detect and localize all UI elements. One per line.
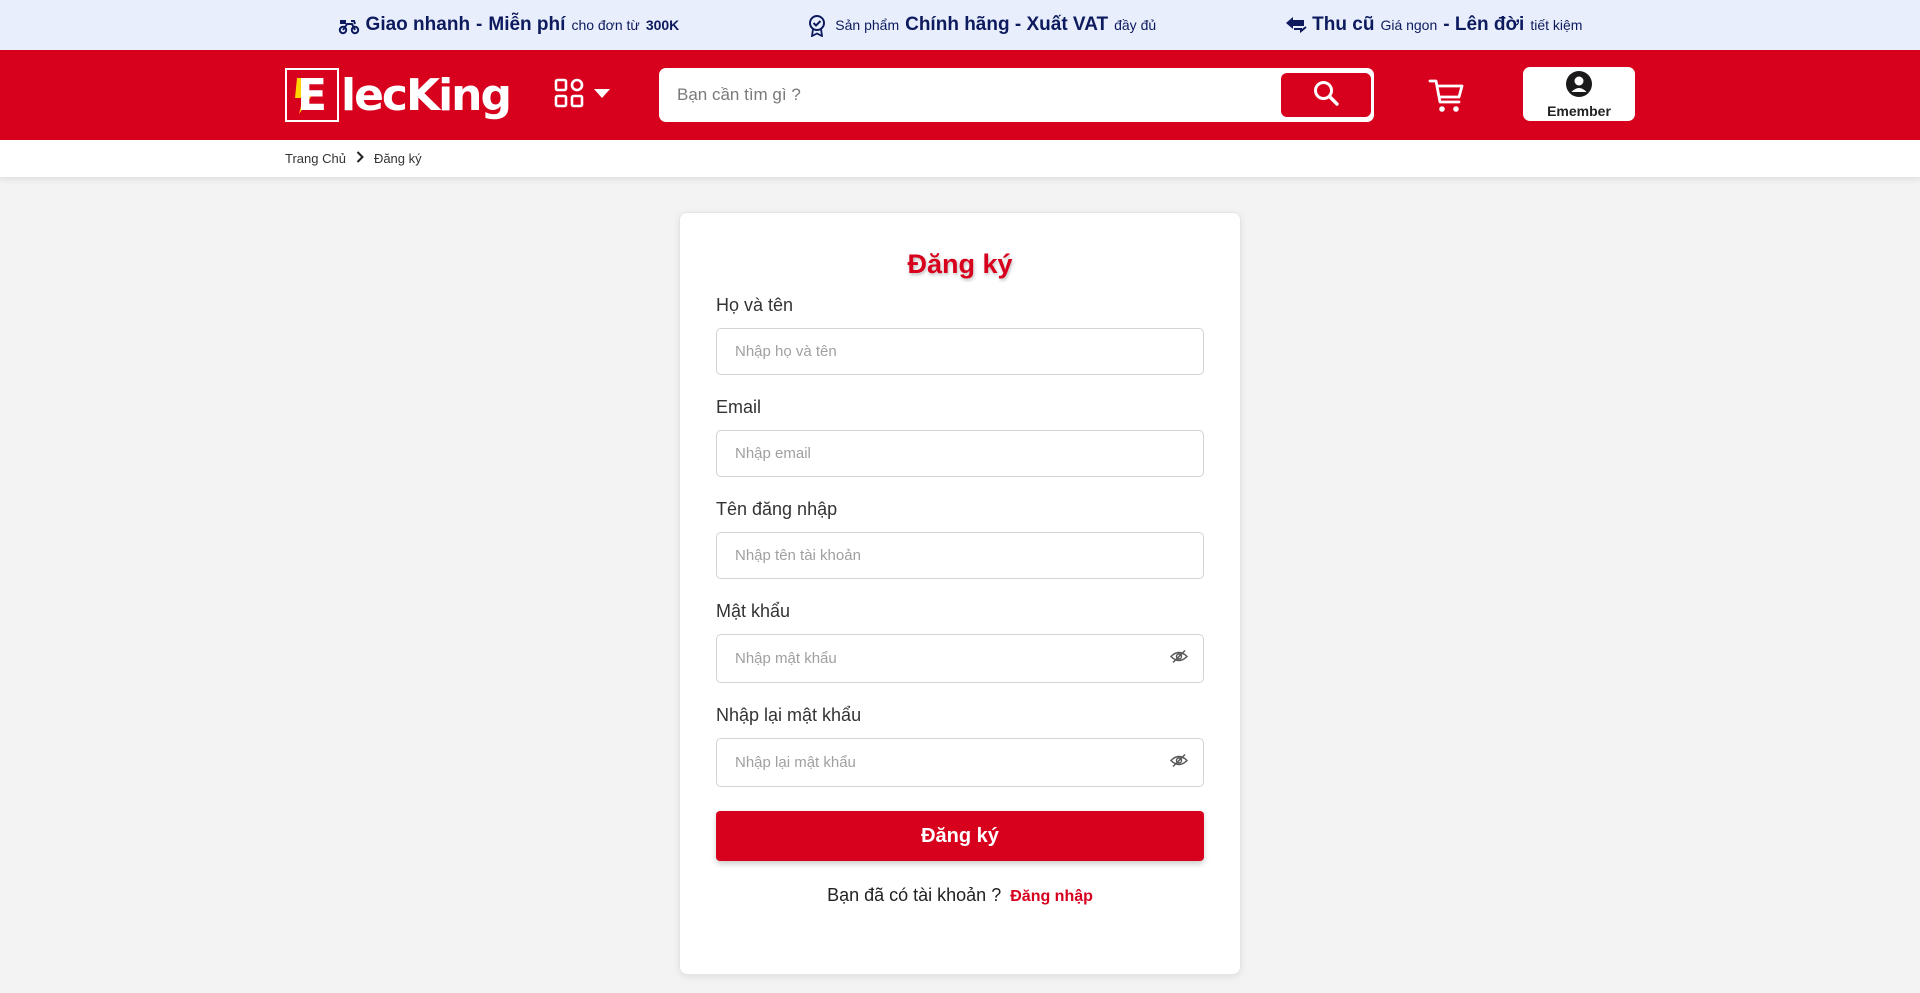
promo-text: đầy đủ	[1114, 17, 1157, 33]
search-bar	[659, 68, 1374, 122]
logo-letter: E	[296, 69, 328, 121]
password-field-group: Mật khẩu	[716, 601, 1204, 683]
breadcrumb-bar: Trang Chủ Đăng ký	[0, 140, 1920, 177]
member-label: Emember	[1547, 102, 1611, 119]
fullname-label: Họ và tên	[716, 295, 794, 315]
username-field-group: Tên đăng nhập	[716, 499, 1204, 579]
promo-text: -	[476, 14, 483, 35]
exchange-arrows-icon	[1284, 15, 1307, 35]
site-logo[interactable]: E lecKing	[285, 67, 512, 123]
logo-wordmark: lecKing	[341, 69, 512, 121]
username-input[interactable]	[716, 532, 1204, 579]
badge-check-icon	[807, 15, 829, 38]
promo-text: Sản phẩm	[835, 17, 900, 33]
motorbike-delivery-icon	[338, 15, 360, 35]
email-label: Email	[716, 397, 762, 417]
promo-trade-in: Thu cũ Giá ngon - Lên đời tiết kiệm	[1284, 14, 1582, 36]
cart-icon	[1428, 79, 1466, 118]
login-link[interactable]: Đăng nhập	[1010, 888, 1093, 905]
promo-text: Giao nhanh	[365, 14, 471, 35]
fullname-input[interactable]	[716, 328, 1204, 375]
promo-fast-delivery: Giao nhanh - Miễn phí cho đơn từ 300K	[338, 14, 680, 36]
grid-icon	[554, 78, 584, 113]
promo-text: Giá ngon	[1380, 17, 1438, 33]
register-title: Đăng ký	[907, 249, 1013, 279]
eye-slash-icon[interactable]	[1170, 753, 1188, 772]
chevron-right-icon	[356, 151, 364, 166]
confirm-password-label: Nhập lại mật khẩu	[716, 705, 862, 725]
promo-text: cho đơn từ	[571, 17, 640, 33]
promo-text: Thu cũ	[1312, 14, 1375, 35]
register-submit-button[interactable]: Đăng ký	[716, 811, 1204, 861]
promo-text: - Lên đời	[1443, 14, 1525, 35]
login-prompt: Bạn đã có tài khoản ? Đăng nhập	[716, 885, 1204, 906]
site-header: E lecKing Bạn cần tìm gì ? Emember	[0, 50, 1920, 140]
search-icon	[1312, 79, 1340, 112]
username-label: Tên đăng nhập	[716, 499, 838, 519]
search-button[interactable]	[1281, 73, 1371, 117]
password-label: Mật khẩu	[716, 601, 791, 621]
confirm-password-field-group: Nhập lại mật khẩu	[716, 705, 1204, 787]
password-input[interactable]	[716, 634, 1204, 683]
search-input[interactable]	[677, 85, 1281, 105]
category-menu-button[interactable]	[554, 78, 611, 113]
cart-button[interactable]	[1428, 78, 1466, 119]
fullname-field-group: Họ và tên	[716, 295, 1204, 375]
confirm-password-input[interactable]	[716, 738, 1204, 787]
breadcrumb-home-link[interactable]: Trang Chủ	[285, 151, 346, 166]
email-input[interactable]	[716, 430, 1204, 477]
breadcrumb-current: Đăng ký	[373, 151, 422, 166]
promo-text: Miễn phí	[488, 14, 566, 35]
caret-down-icon	[594, 86, 611, 104]
promo-text: Chính hãng - Xuất VAT	[905, 14, 1109, 35]
logo-mark: E	[285, 68, 339, 122]
promo-bar: Giao nhanh - Miễn phí cho đơn từ 300K Sả…	[0, 0, 1920, 50]
login-prompt-text: Bạn đã có tài khoản ?	[827, 885, 1002, 905]
register-card: Đăng ký Họ và tên Email Tên đăng nhập Mậ…	[679, 212, 1241, 975]
promo-genuine: Sản phẩm Chính hãng - Xuất VAT đầy đủ	[807, 14, 1157, 38]
member-account-button[interactable]: Emember	[1523, 67, 1635, 121]
email-field-group: Email	[716, 397, 1204, 477]
breadcrumb: Trang Chủ Đăng ký	[285, 140, 1635, 177]
user-circle-icon	[1565, 70, 1593, 101]
eye-slash-icon[interactable]	[1170, 649, 1188, 668]
promo-text: tiết kiệm	[1530, 17, 1583, 33]
promo-text: 300K	[645, 17, 680, 33]
